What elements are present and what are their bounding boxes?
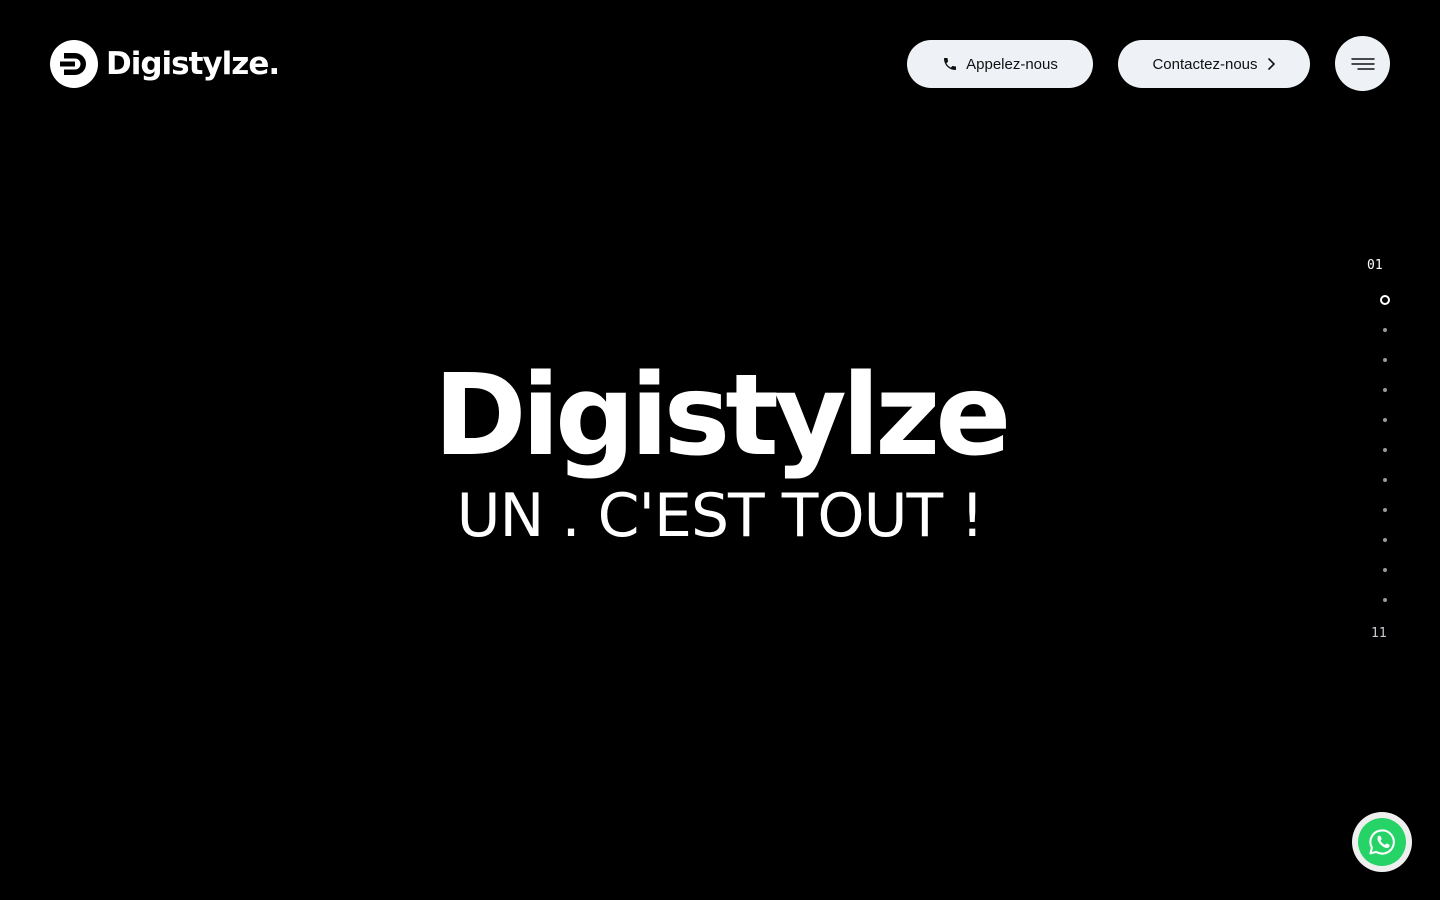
contact-button-label: Contactez-nous: [1152, 55, 1258, 73]
pager-dot-7[interactable]: [1383, 478, 1387, 482]
digistylze-logo-icon: [50, 40, 98, 88]
hero-title: Digistylze: [433, 351, 1012, 481]
logo-text: Digistylze.: [106, 45, 280, 82]
pager-dot-4[interactable]: [1383, 388, 1387, 392]
phone-icon: [944, 58, 957, 70]
whatsapp-icon: [1358, 818, 1406, 866]
pager-dot-6[interactable]: [1383, 448, 1387, 452]
pager-dot-10[interactable]: [1383, 568, 1387, 572]
pager-dot-3[interactable]: [1383, 358, 1387, 362]
pager-dot-8[interactable]: [1383, 508, 1387, 512]
hamburger-menu-icon: [1350, 57, 1375, 70]
menu-button[interactable]: [1335, 36, 1390, 91]
call-button[interactable]: Appelez-nous: [907, 40, 1093, 88]
call-button-label: Appelez-nous: [966, 55, 1058, 73]
whatsapp-button[interactable]: [1352, 812, 1412, 872]
chevron-right-icon: [1267, 58, 1275, 70]
hero-section: Digistylze UN . C'EST TOUT !: [0, 360, 1440, 546]
pager-current-number: 01: [1367, 258, 1383, 273]
page: Digistylze. Appelez-nous Contactez-nous …: [0, 0, 1440, 900]
pager-dot-5[interactable]: [1383, 418, 1387, 422]
contact-button[interactable]: Contactez-nous: [1118, 40, 1310, 88]
hero-subtitle: UN . C'EST TOUT !: [456, 481, 985, 551]
slide-pager: 01 11: [1360, 258, 1410, 648]
pager-dot-1[interactable]: [1380, 295, 1390, 305]
pager-total-number: 11: [1371, 626, 1387, 641]
pager-dot-2[interactable]: [1383, 328, 1387, 332]
logo-link[interactable]: Digistylze.: [50, 40, 280, 88]
pager-dot-9[interactable]: [1383, 538, 1387, 542]
pager-dot-11[interactable]: [1383, 598, 1387, 602]
